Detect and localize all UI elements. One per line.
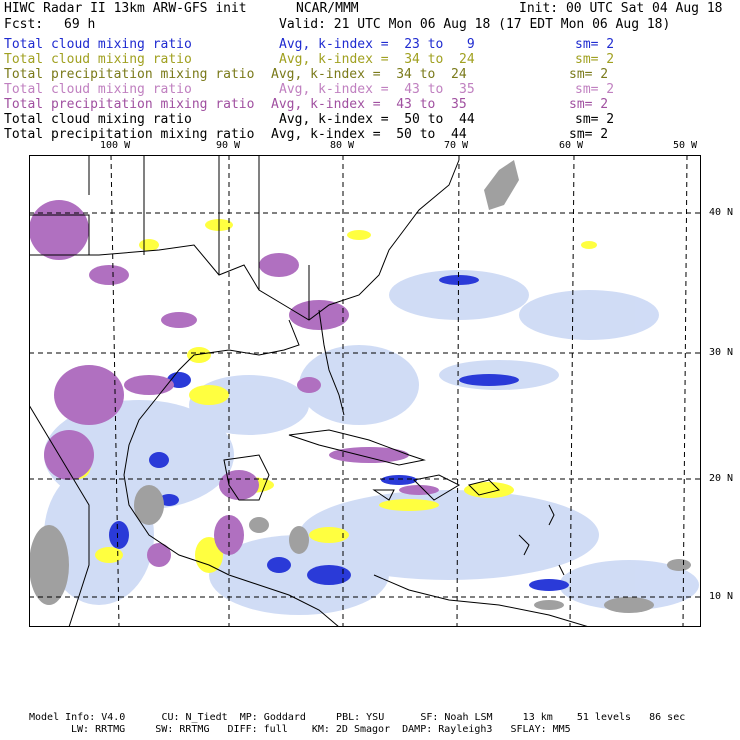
field-avg: Avg, k-index = 43 to 35	[271, 97, 467, 112]
lon-label: 100 W	[100, 140, 131, 151]
field-name: Total cloud mixing ratio	[4, 37, 192, 52]
valid-time: Valid: 21 UTC Mon 06 Aug 18 (17 EDT Mon …	[279, 17, 671, 32]
init-time: Init: 00 UTC Sat 04 Aug 18	[519, 1, 723, 16]
forecast-hour: 69 h	[64, 17, 96, 32]
field-name: Total precipitation mixing ratio	[4, 97, 255, 112]
forecast-label: Fcst:	[4, 17, 44, 32]
map-canvas	[28, 154, 701, 628]
lat-label: 40 N	[709, 207, 734, 218]
lon-label: 50 W	[673, 140, 698, 151]
field-sm: sm= 2	[575, 112, 615, 127]
forecast-map	[28, 154, 701, 628]
model-info-line-1: Model Info: V4.0 CU: N_Tiedt MP: Goddard…	[29, 712, 686, 723]
field-sm: sm= 2	[575, 37, 615, 52]
field-sm: sm= 2	[575, 52, 615, 67]
lat-label: 10 N	[709, 591, 734, 602]
field-name: Total cloud mixing ratio	[4, 52, 192, 67]
lon-label: 70 W	[444, 140, 469, 151]
org-label: NCAR/MMM	[296, 1, 359, 16]
plot-title: HIWC Radar II 13km ARW-GFS init	[4, 1, 247, 16]
model-info-line-2: LW: RRTMG SW: RRTMG DIFF: full KM: 2D Sm…	[71, 724, 571, 735]
field-name: Total cloud mixing ratio	[4, 82, 192, 97]
field-avg: Avg, k-index = 50 to 44	[271, 127, 467, 142]
field-avg: Avg, k-index = 23 to 9	[279, 37, 475, 52]
lat-label: 30 N	[709, 347, 734, 358]
lon-label: 60 W	[559, 140, 584, 151]
field-sm: sm= 2	[575, 82, 615, 97]
lon-label: 80 W	[330, 140, 355, 151]
field-sm: sm= 2	[569, 67, 609, 82]
field-name: Total cloud mixing ratio	[4, 112, 192, 127]
field-avg: Avg, k-index = 34 to 24	[279, 52, 475, 67]
lat-label: 20 N	[709, 473, 734, 484]
field-name: Total precipitation mixing ratio	[4, 67, 255, 82]
field-sm: sm= 2	[569, 97, 609, 112]
field-avg: Avg, k-index = 43 to 35	[279, 82, 475, 97]
header: HIWC Radar II 13km ARW-GFS init NCAR/MMM…	[0, 0, 740, 150]
field-avg: Avg, k-index = 50 to 44	[279, 112, 475, 127]
field-avg: Avg, k-index = 34 to 24	[271, 67, 467, 82]
lon-label: 90 W	[216, 140, 241, 151]
